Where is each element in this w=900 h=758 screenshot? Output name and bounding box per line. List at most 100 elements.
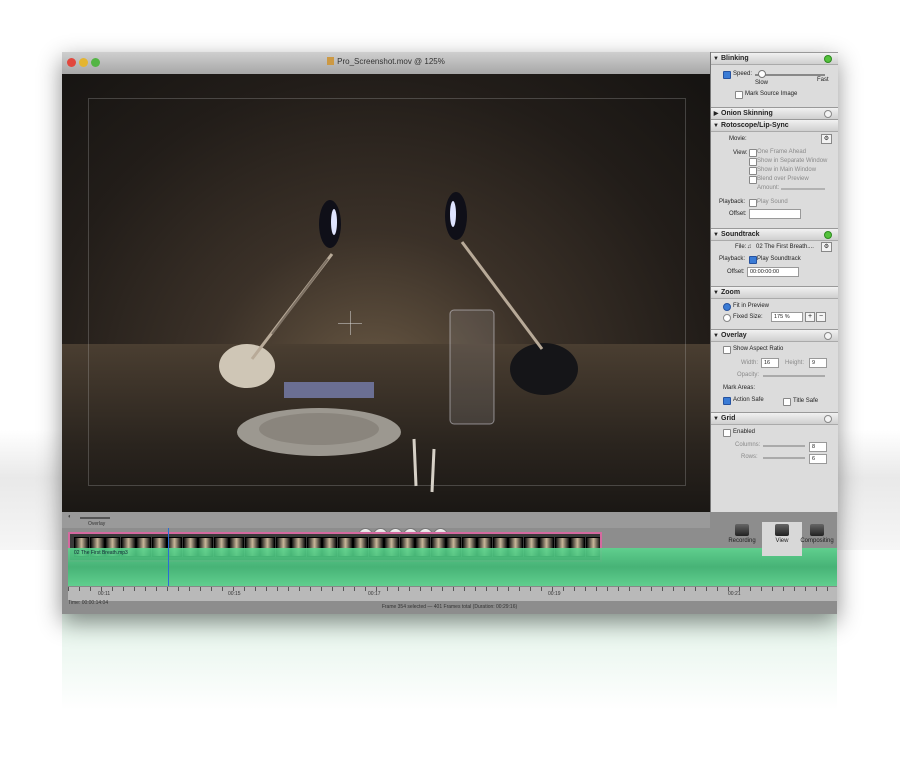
- ruler-label: 00:11: [98, 591, 111, 597]
- speed-slow-label: Slow: [755, 80, 769, 86]
- ruler-tick: [772, 587, 773, 591]
- title-bar[interactable]: Pro_Screenshot.mov @ 125%: [62, 52, 710, 75]
- ruler-tick: [662, 587, 663, 591]
- ruler-tick: [827, 587, 828, 591]
- play-soundtrack-label: Play Soundtrack: [757, 256, 801, 262]
- section-soundtrack-header[interactable]: ▼ Soundtrack: [711, 228, 838, 241]
- grid-columns-slider[interactable]: [763, 445, 805, 447]
- grid-columns-field[interactable]: 8: [809, 442, 827, 452]
- speed-slider-knob[interactable]: [758, 70, 766, 78]
- soundtrack-status-indicator[interactable]: [824, 231, 832, 239]
- ruler-label: 00:17: [368, 591, 381, 597]
- zoom-out-button[interactable]: −: [816, 312, 826, 322]
- ruler-tick: [706, 587, 707, 591]
- ruler-tick: [442, 587, 443, 591]
- overlay-height-field[interactable]: 9: [809, 358, 827, 368]
- soundtrack-file-value[interactable]: 02 The First Breath....: [756, 244, 814, 250]
- ruler-tick: [288, 587, 289, 591]
- blinking-speed-checkbox[interactable]: [723, 71, 731, 79]
- separate-window-checkbox[interactable]: [749, 158, 757, 166]
- amount-slider[interactable]: [781, 188, 825, 190]
- ruler-tick: [783, 587, 784, 591]
- section-title: Rotoscope/Lip-Sync: [721, 122, 789, 129]
- title-safe-checkbox[interactable]: [783, 398, 791, 406]
- disclosure-open-icon: ▼: [713, 123, 719, 129]
- ruler-tick: [277, 587, 278, 591]
- grid-rows-field[interactable]: 6: [809, 454, 827, 464]
- ruler-tick: [112, 587, 113, 591]
- grid-columns-label: Columns:: [735, 442, 761, 448]
- ruler-tick: [321, 587, 322, 591]
- play-sound-checkbox[interactable]: [749, 199, 757, 207]
- ruler-tick: [200, 587, 201, 591]
- ruler-tick: [574, 587, 575, 591]
- ruler-tick: [750, 587, 751, 591]
- roto-playback-label: Playback:: [719, 199, 746, 205]
- fixed-size-label: Fixed Size:: [733, 314, 763, 320]
- action-safe-checkbox[interactable]: [723, 397, 731, 405]
- movie-gear-icon[interactable]: ⚙: [821, 134, 832, 144]
- ruler-tick: [233, 587, 234, 591]
- ruler-tick: [101, 587, 102, 591]
- grid-enabled-checkbox[interactable]: [723, 429, 731, 437]
- onion-slider-icon: ◐: [68, 514, 72, 520]
- ruler-tick: [519, 587, 520, 591]
- fixed-size-field[interactable]: 175 %: [771, 312, 803, 322]
- main-window-checkbox[interactable]: [749, 167, 757, 175]
- section-zoom-header[interactable]: ▼ Zoom: [711, 286, 838, 299]
- zoom-in-button[interactable]: +: [805, 312, 815, 322]
- ruler-tick: [552, 587, 553, 591]
- overlay-opacity-slider[interactable]: [763, 375, 825, 377]
- play-soundtrack-checkbox[interactable]: [749, 256, 757, 264]
- ruler-tick: [387, 587, 388, 591]
- section-grid-header[interactable]: ▼ Grid: [711, 412, 838, 425]
- speed-label: Speed:: [733, 71, 753, 77]
- blend-preview-checkbox[interactable]: [749, 176, 757, 184]
- blinking-status-indicator[interactable]: [824, 55, 832, 63]
- overlay-width-field[interactable]: 16: [761, 358, 779, 368]
- section-roto-header[interactable]: ▼ Rotoscope/Lip-Sync: [711, 119, 838, 132]
- movie-label: Movie:: [729, 136, 747, 142]
- grid-status-indicator[interactable]: [824, 415, 832, 423]
- soundtrack-gear-icon[interactable]: ⚙: [821, 242, 832, 252]
- onion-slider[interactable]: [80, 517, 110, 519]
- ruler-tick: [794, 587, 795, 591]
- compositing-tool[interactable]: Compositing: [797, 522, 837, 556]
- grid-rows-slider[interactable]: [763, 457, 805, 459]
- overlay-status-indicator[interactable]: [824, 332, 832, 340]
- recording-tool[interactable]: Recording: [722, 522, 762, 556]
- ruler-tick: [695, 587, 696, 591]
- section-overlay-header[interactable]: ▼ Overlay: [711, 329, 838, 342]
- onion-status-indicator[interactable]: [824, 110, 832, 118]
- roto-offset-field[interactable]: [749, 209, 801, 219]
- soundtrack-offset-field[interactable]: 00:00:00:00: [747, 267, 799, 277]
- clapper-icon: [735, 524, 749, 536]
- aspect-ratio-checkbox[interactable]: [723, 346, 731, 354]
- ruler-tick: [585, 587, 586, 591]
- one-frame-ahead-label: One Frame Ahead: [757, 149, 807, 155]
- ruler-label: 00:15: [228, 591, 241, 597]
- ruler-tick: [211, 587, 212, 591]
- ruler-tick: [189, 587, 190, 591]
- ruler-tick: [541, 587, 542, 591]
- mark-source-checkbox[interactable]: [735, 91, 743, 99]
- ruler-tick: [156, 587, 157, 591]
- ruler-tick: [79, 587, 80, 591]
- ruler-tick: [497, 587, 498, 591]
- disclosure-open-icon: ▼: [713, 416, 719, 422]
- one-frame-ahead-checkbox[interactable]: [749, 149, 757, 157]
- ruler-tick: [134, 587, 135, 591]
- section-blinking-header[interactable]: ▼ Blinking: [711, 52, 838, 65]
- video-preview[interactable]: [62, 74, 710, 512]
- view-tool[interactable]: View: [762, 522, 802, 556]
- onion-slider-label: Overlay: [88, 521, 106, 527]
- fit-in-preview-radio[interactable]: [723, 303, 731, 311]
- ruler-tick: [464, 587, 465, 591]
- ruler-tick: [431, 587, 432, 591]
- section-title: Onion Skinning: [721, 110, 773, 117]
- audio-file-icon: ♫: [747, 244, 752, 250]
- fixed-size-radio[interactable]: [723, 314, 731, 322]
- ruler-tick: [618, 587, 619, 591]
- view-tool-label: View: [775, 538, 789, 544]
- time-ruler[interactable]: 00:11 00:15 00:17 00:19 00:21: [68, 586, 837, 601]
